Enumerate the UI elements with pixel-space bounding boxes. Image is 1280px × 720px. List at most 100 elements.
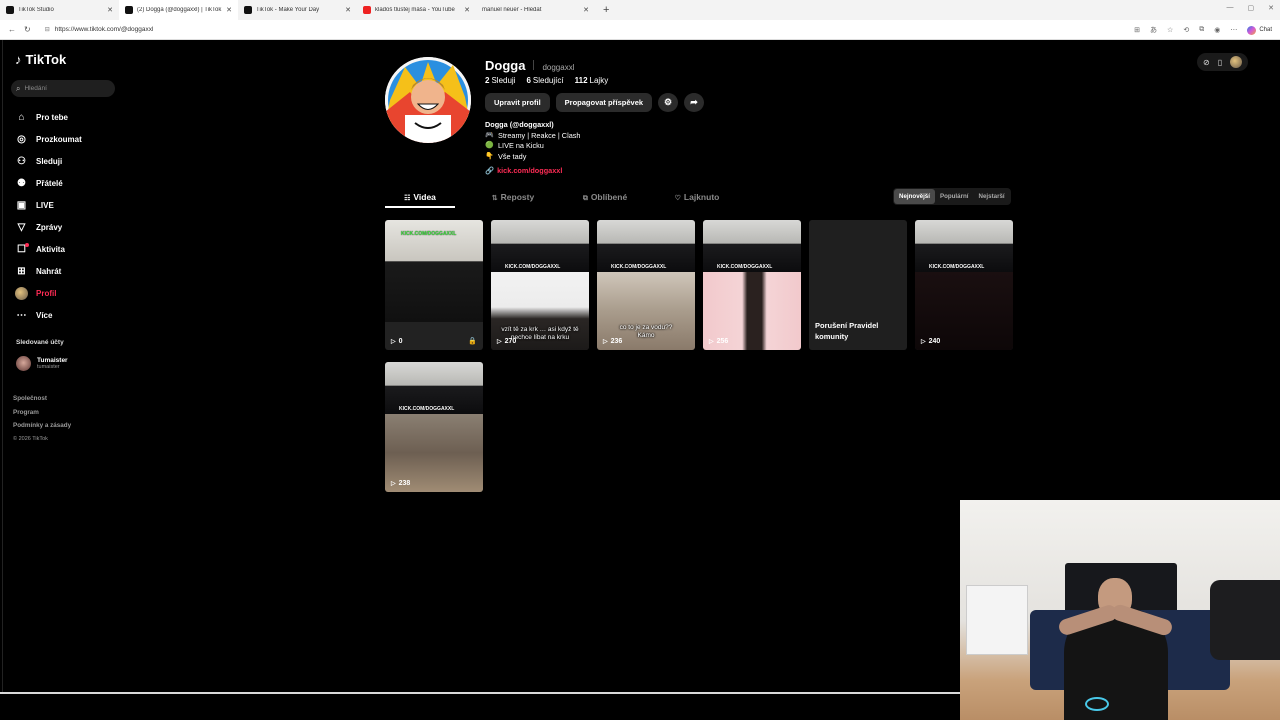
translate-icon[interactable]: あ (1150, 25, 1157, 35)
view-count: ▷ 0 (391, 338, 403, 345)
video-card[interactable]: KICK.COM/DOGGAXXL vzít tě za krk … asi k… (491, 220, 589, 350)
sort-newest[interactable]: Nejnovější (894, 189, 935, 204)
close-icon[interactable]: ✕ (107, 6, 113, 14)
browser-tab[interactable]: TikTok Studio ✕ (0, 0, 119, 20)
browser-tab-active[interactable]: (2) Dogga (@doggaxxl) | TikTok ✕ (119, 0, 238, 20)
stat-label: Lajky (589, 76, 609, 85)
sidebar-item-pratele[interactable]: ⚉ Přátelé (15, 172, 82, 194)
bio-line: 🟢 LIVE na Kicku (485, 141, 580, 152)
video-card[interactable]: KICK.COM/DOGGAXXL ▷ 256 (703, 220, 801, 350)
profile-link-text: kick.com/doggaxxl (497, 166, 563, 175)
sidebar-item-sleduji[interactable]: ⚇ Sleduji (15, 150, 82, 172)
video-card-removed[interactable]: Porušení Pravidel komunity (809, 220, 907, 350)
sidebar-item-live[interactable]: ▣ LIVE (15, 194, 82, 216)
sidebar-item-prozkoumat[interactable]: ◎ Prozkoumat (15, 128, 82, 150)
browser-tab[interactable]: ⌕ manuel neuer - Hledat ✕ (476, 0, 595, 47)
footer-link-company[interactable]: Společnost (13, 392, 71, 406)
video-card[interactable]: KICK.COM/DOGGAXXL co to je za vodu?? Kám… (597, 220, 695, 350)
tab-label: Lajknuto (683, 192, 720, 202)
profile-icon[interactable]: ◉ (1214, 26, 1220, 34)
tab-lajknuto[interactable]: ♡ Lajknuto (651, 188, 743, 208)
menu-icon[interactable]: ⋯ (1230, 26, 1237, 34)
browser-tab[interactable]: kladoš tlustej máša - YouTube ✕ (357, 0, 476, 20)
avatar (15, 286, 28, 300)
apps-icon[interactable]: ⊞ (1134, 26, 1140, 34)
url-text: https://www.tiktok.com/@doggaxxl (54, 26, 154, 33)
profile-stats: 2 Sleduji 6 Sledující 112 Lajky (485, 76, 608, 85)
view-count-value: 236 (610, 338, 623, 345)
close-icon[interactable]: ✕ (345, 6, 351, 14)
close-icon[interactable]: ✕ (226, 6, 232, 14)
kick-banner: KICK.COM/DOGGAXXL (929, 264, 984, 270)
share-icon[interactable]: ➦ (684, 93, 705, 112)
view-count-value: 240 (928, 338, 941, 345)
sidebar-item-label: Zprávy (36, 222, 63, 232)
play-icon: ▷ (709, 339, 714, 345)
bookmark-icon: ⧉ (582, 195, 588, 202)
webcam-overlay (960, 500, 1280, 720)
tiktok-logo[interactable]: ♪ TikTok (15, 52, 66, 67)
bio-text: LIVE na Kicku (498, 141, 544, 150)
back-icon[interactable]: ← (8, 25, 16, 34)
extensions-icon[interactable]: ⟲ (1183, 26, 1189, 34)
stat-label: Sledující (532, 76, 564, 85)
sidebar-item-vice[interactable]: ⋯ Více (15, 304, 82, 326)
sort-oldest[interactable]: Nejstarší (974, 189, 1010, 204)
new-tab-icon[interactable]: + (603, 4, 609, 16)
url-field[interactable]: ⊟ https://www.tiktok.com/@doggaxxl (45, 26, 154, 33)
site-info-icon[interactable]: ⊟ (45, 26, 50, 33)
stat-value: 112 (574, 76, 588, 85)
coins-icon[interactable]: ⊘ (1203, 58, 1210, 67)
window-controls: — ▢ ✕ (1227, 4, 1275, 12)
tab-oblibene[interactable]: ⧉ Oblíbené (559, 188, 651, 208)
sidebar-item-label: Profil (36, 288, 57, 298)
stat-followers[interactable]: 6 Sledující (526, 76, 563, 85)
sidebar-item-pro-tebe[interactable]: ⌂ Pro tebe (15, 106, 82, 128)
device-icon[interactable]: ▯ (1218, 58, 1222, 67)
view-count-value: 256 (716, 338, 729, 345)
bio-line: 👇 Vše tady (485, 152, 580, 163)
close-window-icon[interactable]: ✕ (1268, 4, 1274, 12)
stat-following[interactable]: 2 Sleduji (485, 76, 515, 85)
sidebar-item-nahrat[interactable]: ⊞ Nahrát (15, 260, 82, 282)
tab-videa[interactable]: ☷ Videa (385, 188, 455, 208)
chat-button[interactable]: Chat (1247, 25, 1272, 35)
profile-avatar-image (385, 57, 471, 143)
webcam-ring-light (1085, 697, 1109, 711)
profile-link[interactable]: 🔗 kick.com/doggaxxl (485, 166, 580, 177)
reload-icon[interactable]: ↻ (24, 25, 31, 34)
settings-icon[interactable]: ⚙ (658, 93, 679, 112)
search-input[interactable] (24, 85, 105, 92)
heart-icon: ♡ (674, 195, 681, 202)
browser-tab[interactable]: TikTok - Make Your Day ✕ (238, 0, 357, 20)
promote-post-button[interactable]: Propagovat příspěvek (555, 93, 653, 112)
close-icon[interactable]: ✕ (464, 6, 470, 14)
favorite-icon[interactable]: ☆ (1167, 26, 1173, 34)
maximize-icon[interactable]: ▢ (1248, 4, 1255, 12)
edit-profile-button[interactable]: Upravit profil (485, 93, 550, 112)
followed-account[interactable]: Tumaister tumaister (16, 356, 68, 371)
tab-reposty[interactable]: ⇅ Reposty (467, 188, 559, 208)
avatar[interactable] (1230, 56, 1243, 68)
sidebar-item-aktivita[interactable]: ☐ Aktivita (15, 238, 82, 260)
video-card[interactable]: KICK.COM/DOGGAXXL ▷ 238 (385, 362, 483, 492)
tab-title: kladoš tlustej máša - YouTube (375, 7, 455, 13)
footer-link-terms[interactable]: Podmínky a zásady (13, 419, 71, 433)
collections-icon[interactable]: ⧉ (1199, 26, 1204, 34)
bio-title: Dogga (@doggaxxl) (485, 120, 554, 129)
video-card[interactable]: KICK.COM/DOGGAXXL ▷ 0 🔒 (385, 220, 483, 350)
sidebar-item-profil[interactable]: Profil (15, 282, 82, 304)
stat-value: 2 (485, 76, 490, 85)
followed-accounts-title: Sledované účty (16, 339, 64, 346)
footer-link-program[interactable]: Program (13, 406, 71, 420)
sidebar-item-zpravy[interactable]: ▽ Zprávy (15, 216, 82, 238)
minimize-icon[interactable]: — (1227, 4, 1234, 12)
close-icon[interactable]: ✕ (583, 6, 589, 14)
profile-avatar[interactable] (385, 57, 471, 143)
video-card[interactable]: KICK.COM/DOGGAXXL ▷ 240 (915, 220, 1013, 350)
search-box[interactable]: ⌕ (11, 80, 115, 97)
kick-banner: KICK.COM/DOGGAXXL (505, 264, 560, 270)
link-icon: 🔗 (485, 166, 495, 175)
sort-popular[interactable]: Populární (935, 189, 974, 204)
divider (533, 60, 535, 70)
